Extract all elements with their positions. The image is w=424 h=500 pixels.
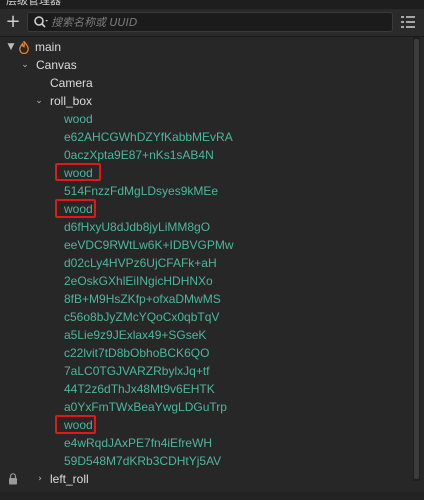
tree-node-child[interactable]: e4wRqdJAxPE7fn4iEfreWH <box>0 434 410 452</box>
scrollbar-thumb[interactable] <box>414 39 419 479</box>
scrollbar[interactable] <box>413 37 420 481</box>
tree-node-label: main <box>35 40 62 54</box>
tree-node-label: a5Lie9z9JExlax49+SGseK <box>64 328 207 342</box>
tree-node-canvas[interactable]: ⌄ Canvas <box>0 56 410 74</box>
tree-node-label: c22lvit7tD8bObhoBCK6QO <box>64 346 210 360</box>
tree-node-label: left_roll <box>50 472 89 486</box>
tree-node-label: 7aLC0TGJVARZRbylxJq+tf <box>64 364 210 378</box>
tree-node-label: a0YxFmTWxBeaYwgLDGuTrp <box>64 400 227 414</box>
chevron-right-icon[interactable]: › <box>35 470 45 488</box>
lock-icon[interactable] <box>8 473 18 485</box>
tree-node-child[interactable]: 2eOskGXhlEiINgicHDHNXo <box>0 272 410 290</box>
tree-node-label: wood <box>64 112 93 126</box>
tree-node-child[interactable]: 59D548M7dKRb3CDHtYj5AV <box>0 452 410 470</box>
tree-node-child[interactable]: 8fB+M9HsZKfp+ofxaDMwMS <box>0 290 410 308</box>
tree-node-label: e4wRqdJAxPE7fn4iEfreWH <box>64 436 213 450</box>
tree-node-child[interactable]: wood <box>0 110 410 128</box>
tree-node-label: 2eOskGXhlEiINgicHDHNXo <box>64 274 213 288</box>
toolbar: + <box>0 9 424 37</box>
tree-node-label: 8fB+M9HsZKfp+ofxaDMwMS <box>64 292 221 306</box>
tree-node-label: roll_box <box>50 94 93 108</box>
plus-icon[interactable]: + <box>4 12 22 32</box>
search-input[interactable] <box>51 14 381 30</box>
hierarchy-tree: ▼ main ⌄ Canvas Camera ⌄ roll_box wood e… <box>0 37 412 500</box>
highlight-box <box>55 163 101 181</box>
chevron-down-icon[interactable]: ▼ <box>6 38 16 56</box>
tree-node-child[interactable]: 7aLC0TGJVARZRbylxJq+tf <box>0 362 410 380</box>
chevron-down-icon[interactable]: ⌄ <box>20 56 30 74</box>
tree-node-label: 0aczXpta9E87+nKs1sAB4N <box>64 148 214 162</box>
tree-node-child[interactable]: d02cLy4HVPz6UjCFAFk+aH <box>0 254 410 272</box>
tree-node-label: 59D548M7dKRb3CDHtYj5AV <box>64 454 222 468</box>
tree-node-main[interactable]: ▼ main <box>0 38 410 56</box>
tree-node-label: 514FnzzFdMgLDsyes9kMEe <box>64 184 219 198</box>
tree-node-child[interactable]: a5Lie9z9JExlax49+SGseK <box>0 326 410 344</box>
tree-node-label: Camera <box>50 76 93 90</box>
tree-node-child[interactable]: c22lvit7tD8bObhoBCK6QO <box>0 344 410 362</box>
highlight-box <box>55 199 96 218</box>
tree-node-child[interactable]: e62AHCGWhDZYfKabbMEvRA <box>0 128 410 146</box>
tree-node-child[interactable]: 44T2z6dThJx48Mt9v6EHTK <box>0 380 410 398</box>
panel-bottom-edge <box>0 492 424 500</box>
sort-menu-icon[interactable] <box>400 15 416 29</box>
chevron-down-icon[interactable]: ⌄ <box>34 92 44 110</box>
tree-node-label: d6fHxyU8dJdb8jyLiMM8gO <box>64 220 211 234</box>
tree-node-label: c56o8bJyZMcYQoCx0qbTqV <box>64 310 220 324</box>
tree-node-label: d02cLy4HVPz6UjCFAFk+aH <box>64 256 217 270</box>
tree-node-roll-box[interactable]: ⌄ roll_box <box>0 92 410 110</box>
search-icon <box>34 16 48 28</box>
tree-node-child[interactable]: eeVDC9RWtLw6K+IDBVGPMw <box>0 236 410 254</box>
tree-node-label: eeVDC9RWtLw6K+IDBVGPMw <box>64 238 234 252</box>
tree-node-child[interactable]: 514FnzzFdMgLDsyes9kMEe <box>0 182 410 200</box>
tree-node-camera[interactable]: Camera <box>0 74 410 92</box>
tree-node-child[interactable]: d6fHxyU8dJdb8jyLiMM8gO <box>0 218 410 236</box>
tree-node-label: e62AHCGWhDZYfKabbMEvRA <box>64 130 233 144</box>
tree-node-child[interactable]: c56o8bJyZMcYQoCx0qbTqV <box>0 308 410 326</box>
tree-node-left-roll[interactable]: › left_roll <box>0 470 410 488</box>
search-box[interactable] <box>27 12 393 32</box>
highlight-box <box>55 415 96 434</box>
scene-root-icon <box>19 41 29 54</box>
tree-node-child[interactable]: 0aczXpta9E87+nKs1sAB4N <box>0 146 410 164</box>
tree-node-child[interactable]: a0YxFmTWxBeaYwgLDGuTrp <box>0 398 410 416</box>
panel-title: 层级管理器 <box>6 0 61 7</box>
tree-node-label: Canvas <box>36 58 77 72</box>
tree-node-label: 44T2z6dThJx48Mt9v6EHTK <box>64 382 215 396</box>
